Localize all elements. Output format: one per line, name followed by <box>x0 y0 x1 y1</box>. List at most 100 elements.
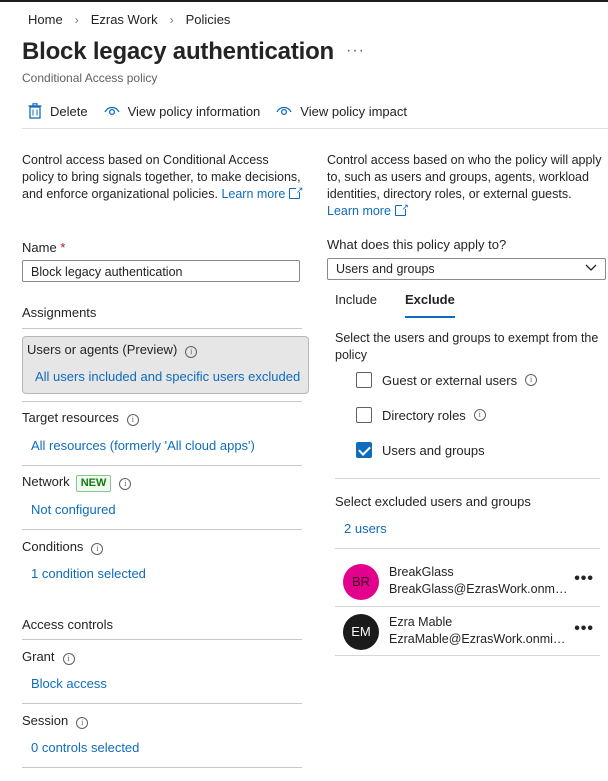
learn-more-label: Learn more <box>221 187 286 201</box>
name-label: Name * <box>22 240 65 255</box>
excluded-users-count-link[interactable]: 2 users <box>344 521 387 536</box>
list-item: EM Ezra Mable EzraMable@EzrasWork.onmicr… <box>335 608 600 654</box>
excluded-users-label: Select excluded users and groups <box>335 494 531 509</box>
breadcrumb: Home › Ezras Work › Policies <box>28 12 230 27</box>
users-and-groups-option: Users and groups <box>356 442 485 458</box>
directory-roles-option: Directory roles i <box>356 407 486 423</box>
chevron-right-icon: › <box>74 12 79 27</box>
access-controls-heading: Access controls <box>22 617 114 632</box>
user-email: BreakGlass@EzrasWork.onmicrosoft.com <box>389 582 569 596</box>
command-bar: Delete View policy information View poli… <box>28 103 423 119</box>
eye-icon <box>276 106 292 116</box>
breadcrumb-home[interactable]: Home <box>28 12 63 27</box>
tab-include[interactable]: Include <box>335 292 377 307</box>
session-title: Session i <box>22 713 89 729</box>
divider <box>335 478 600 479</box>
users-or-agents-title-text: Users or agents (Preview) <box>27 342 178 357</box>
required-asterisk: * <box>60 240 66 255</box>
learn-more-link[interactable]: Learn more <box>327 199 409 218</box>
info-icon[interactable]: i <box>473 409 486 421</box>
grant-title-text: Grant <box>22 649 55 664</box>
users-or-agents-link[interactable]: All users included and specific users ex… <box>35 369 300 384</box>
conditions-link[interactable]: 1 condition selected <box>31 566 146 581</box>
more-options-button[interactable]: ··· <box>346 42 365 60</box>
user-name: BreakGlass <box>389 565 454 579</box>
user-name: Ezra Mable <box>389 615 453 629</box>
divider <box>22 529 302 530</box>
avatar: BR <box>343 564 379 600</box>
users-description-text: Control access based on who the policy w… <box>327 153 602 201</box>
network-title: Network NEW i <box>22 474 132 492</box>
info-icon[interactable]: i <box>91 543 104 555</box>
divider <box>22 639 302 640</box>
divider <box>335 655 600 656</box>
learn-more-link[interactable]: Learn more <box>221 182 303 201</box>
guest-external-users-label: Guest or external users <box>382 372 518 388</box>
toolbar-divider <box>22 128 608 129</box>
info-icon[interactable]: i <box>119 478 132 490</box>
top-border <box>0 0 608 2</box>
grant-title: Grant i <box>22 649 75 665</box>
eye-icon <box>103 106 120 116</box>
grant-link[interactable]: Block access <box>31 676 107 691</box>
divider <box>22 328 302 329</box>
apply-to-dropdown[interactable]: Users and groups <box>327 258 606 280</box>
view-policy-impact-label: View policy impact <box>300 103 407 119</box>
divider <box>22 401 302 402</box>
view-policy-information-button[interactable]: View policy information <box>103 103 261 119</box>
guest-external-users-checkbox[interactable] <box>356 372 372 388</box>
chevron-down-icon <box>585 264 597 271</box>
apply-to-label: What does this policy apply to? <box>327 237 507 252</box>
list-item: BR BreakGlass BreakGlass@EzrasWork.onmic… <box>335 558 600 604</box>
trash-icon <box>28 103 42 119</box>
more-actions-button[interactable]: ••• <box>574 570 594 588</box>
learn-more-label: Learn more <box>327 204 391 218</box>
network-link[interactable]: Not configured <box>31 502 116 517</box>
divider <box>22 767 302 768</box>
info-icon[interactable]: i <box>126 414 139 426</box>
view-policy-impact-button[interactable]: View policy impact <box>276 104 407 119</box>
session-link[interactable]: 0 controls selected <box>31 740 139 755</box>
users-or-agents-title: Users or agents (Preview) i <box>27 342 198 358</box>
conditions-title-text: Conditions <box>22 539 84 554</box>
chevron-right-icon: › <box>169 12 174 27</box>
policy-description: Control access based on Conditional Acce… <box>22 152 303 203</box>
target-resources-title: Target resources i <box>22 410 139 426</box>
info-icon[interactable]: i <box>62 653 75 665</box>
divider <box>335 606 600 607</box>
divider <box>335 548 600 549</box>
users-description: Control access based on who the policy w… <box>327 152 605 220</box>
name-label-text: Name <box>22 240 57 255</box>
more-actions-button[interactable]: ••• <box>574 620 594 638</box>
page-title: Block legacy authentication <box>22 38 335 65</box>
external-link-icon <box>394 199 409 216</box>
exempt-label: Select the users and groups to exempt fr… <box>335 331 599 362</box>
info-icon[interactable]: i <box>525 374 538 386</box>
breadcrumb-ezras-work[interactable]: Ezras Work <box>91 12 158 27</box>
network-title-text: Network <box>22 474 70 489</box>
active-tab-indicator <box>405 316 455 318</box>
assignments-heading: Assignments <box>22 305 97 320</box>
users-and-groups-label: Users and groups <box>382 442 485 458</box>
delete-label: Delete <box>50 103 88 119</box>
info-icon[interactable]: i <box>185 346 198 358</box>
user-email: EzraMable@EzrasWork.onmicrosoft.com <box>389 632 569 646</box>
view-policy-information-label: View policy information <box>127 103 261 119</box>
name-input[interactable]: Block legacy authentication <box>22 260 300 282</box>
external-link-icon <box>289 182 303 199</box>
directory-roles-checkbox[interactable] <box>356 407 372 423</box>
target-resources-title-text: Target resources <box>22 410 119 425</box>
users-and-groups-checkbox[interactable] <box>356 442 372 458</box>
new-badge: NEW <box>75 475 112 492</box>
delete-button[interactable]: Delete <box>28 103 88 119</box>
target-resources-link[interactable]: All resources (formerly 'All cloud apps'… <box>31 438 255 453</box>
info-icon[interactable]: i <box>76 717 89 729</box>
divider <box>22 703 302 704</box>
tab-exclude[interactable]: Exclude <box>405 292 455 307</box>
divider <box>22 465 302 466</box>
right-column: Control access based on who the policy w… <box>327 152 605 220</box>
page-subtitle: Conditional Access policy <box>22 71 158 85</box>
breadcrumb-policies[interactable]: Policies <box>186 12 231 27</box>
left-column: Control access based on Conditional Acce… <box>22 152 303 203</box>
directory-roles-label: Directory roles <box>382 407 466 423</box>
